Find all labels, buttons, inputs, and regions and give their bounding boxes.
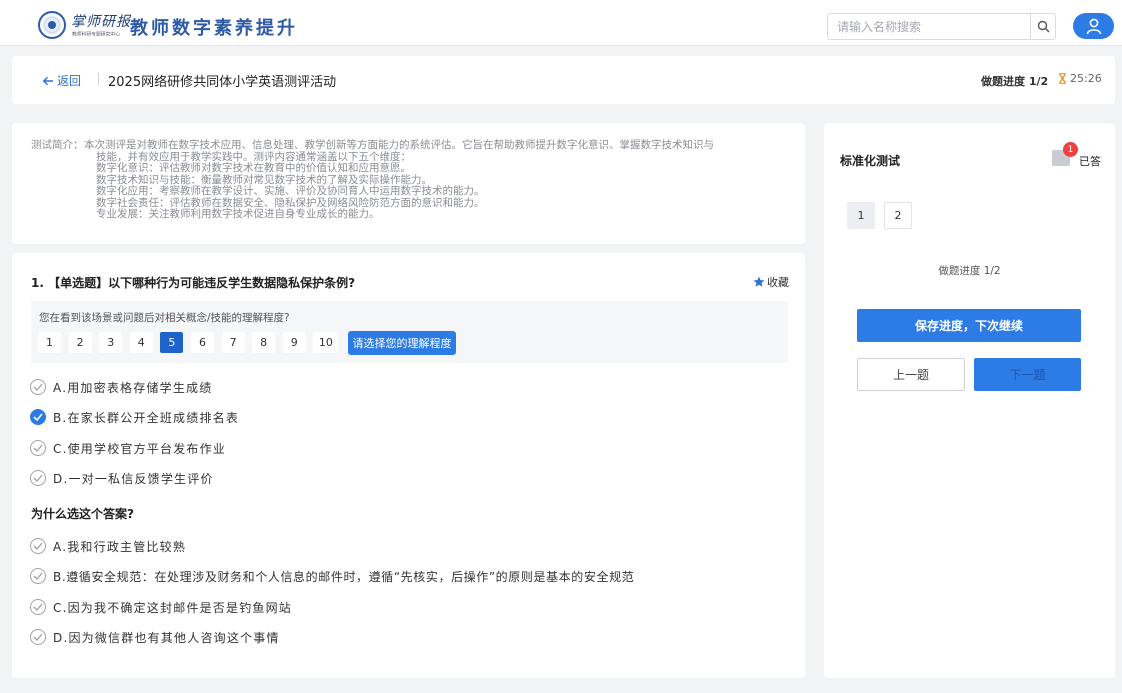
scale-option[interactable]: 10 bbox=[313, 332, 339, 353]
header-divider bbox=[98, 73, 99, 85]
option-label: D.因为微信群也有其他人咨询这个事情 bbox=[53, 630, 280, 645]
reason-option-a[interactable]: A.我和行政主管比较熟 bbox=[30, 537, 186, 555]
answered-label: 已答 bbox=[1079, 155, 1101, 168]
check-circle-icon bbox=[30, 409, 46, 425]
save-progress-button[interactable]: 保存进度，下次继续 bbox=[857, 309, 1081, 342]
answer-option-d[interactable]: D.一对一私信反馈学生评价 bbox=[30, 469, 214, 487]
answer-sheet-panel: 标准化测试 1 已答 1 2 做题进度 1/2 保存进度，下次继续 上一题 下一… bbox=[824, 123, 1115, 678]
scale-option[interactable]: 3 bbox=[99, 332, 123, 353]
logo-subtitle: 教师科研专题研究中心 bbox=[72, 31, 121, 38]
intro-label: 测试简介： bbox=[31, 139, 84, 151]
scale-hint-button[interactable]: 请选择您的理解程度 bbox=[348, 331, 456, 355]
check-circle-icon bbox=[30, 568, 46, 584]
scale-option[interactable]: 6 bbox=[190, 332, 214, 353]
reason-option-d[interactable]: D.因为微信群也有其他人咨询这个事情 bbox=[30, 628, 280, 646]
side-progress-label: 做题进度 1/2 bbox=[938, 265, 1001, 277]
prev-question-button[interactable]: 上一题 bbox=[857, 358, 965, 391]
check-circle-icon bbox=[30, 538, 46, 554]
answer-option-b[interactable]: B.在家长群公开全班成绩排名表 bbox=[30, 408, 239, 426]
why-title: 为什么选这个答案? bbox=[31, 507, 134, 521]
understanding-scale: 您在看到该场景或问题后对相关概念/技能的理解程度? 1 2 3 4 5 6 7 … bbox=[31, 301, 788, 363]
back-arrow-icon bbox=[42, 76, 53, 85]
question-card: 1. 【单选题】以下哪种行为可能违反学生数据隐私保护条例? 收藏 您在看到该场景… bbox=[12, 253, 805, 678]
option-label: C.因为我不确定这封邮件是否是钓鱼网站 bbox=[53, 600, 292, 615]
question-nav-2[interactable]: 2 bbox=[884, 202, 912, 229]
user-icon bbox=[1086, 18, 1101, 35]
option-label: A.用加密表格存储学生成绩 bbox=[53, 380, 213, 395]
intro-text: 本次测评是对教师在数字技术应用、信息处理、教学创新等方面能力的系统评估。它旨在帮… bbox=[84, 139, 714, 221]
question-nav-1[interactable]: 1 bbox=[847, 202, 875, 229]
option-label: A.我和行政主管比较熟 bbox=[53, 539, 187, 554]
activity-header: 返回 2025网络研修共同体小学英语测评活动 做题进度 1/2 25:26 bbox=[12, 56, 1115, 104]
answered-count-badge: 1 bbox=[1063, 142, 1078, 157]
scale-option[interactable]: 7 bbox=[221, 332, 245, 353]
check-circle-icon bbox=[30, 599, 46, 615]
scale-option[interactable]: 9 bbox=[282, 332, 306, 353]
reason-option-b[interactable]: B.遵循安全规范：在处理涉及财务和个人信息的邮件时，遵循“先核实，后操作”的原则… bbox=[30, 567, 634, 585]
top-navbar: 掌师研报 教师科研专题研究中心 教师数字素养提升 bbox=[0, 0, 1122, 46]
logo-seal-icon bbox=[38, 11, 66, 39]
option-label: B.在家长群公开全班成绩排名表 bbox=[53, 410, 240, 425]
search-button[interactable] bbox=[1030, 14, 1055, 39]
intro-line: 数字化意识：评估教师对数字技术在教育中的价值认知和应用意愿。 bbox=[96, 162, 411, 174]
intro-line: 本次测评是对教师在数字技术应用、信息处理、教学创新等方面能力的系统评估。它旨在帮… bbox=[84, 139, 714, 151]
scale-options: 1 2 3 4 5 6 7 8 9 10 bbox=[38, 332, 346, 353]
logo-script: 掌师研报 bbox=[71, 14, 131, 30]
intro-card: 测试简介： 本次测评是对教师在数字技术应用、信息处理、教学创新等方面能力的系统评… bbox=[12, 123, 805, 244]
search-input[interactable] bbox=[828, 14, 1031, 39]
timer-value: 25:26 bbox=[1070, 72, 1102, 85]
user-avatar-button[interactable] bbox=[1073, 13, 1114, 39]
next-question-button[interactable]: 下一题 bbox=[974, 358, 1081, 391]
check-circle-icon bbox=[30, 629, 46, 645]
answer-option-c[interactable]: C.使用学校官方平台发布作业 bbox=[30, 439, 226, 457]
timer: 25:26 bbox=[1058, 72, 1102, 85]
scale-option-selected[interactable]: 5 bbox=[160, 332, 184, 353]
option-label: C.使用学校官方平台发布作业 bbox=[53, 441, 226, 456]
check-circle-icon bbox=[30, 470, 46, 486]
scale-option[interactable]: 8 bbox=[252, 332, 276, 353]
option-label: D.一对一私信反馈学生评价 bbox=[53, 471, 214, 486]
back-label: 返回 bbox=[57, 74, 82, 88]
favorite-button[interactable]: 收藏 bbox=[753, 274, 789, 290]
brand-title: 教师数字素养提升 bbox=[130, 18, 298, 39]
check-circle-icon bbox=[30, 440, 46, 456]
check-circle-icon bbox=[30, 379, 46, 395]
search-icon bbox=[1037, 20, 1049, 33]
back-link[interactable]: 返回 bbox=[42, 72, 81, 89]
side-title: 标准化测试 bbox=[840, 154, 901, 168]
progress-label: 做题进度 1/2 bbox=[981, 75, 1049, 88]
scale-option[interactable]: 2 bbox=[68, 332, 92, 353]
hourglass-icon bbox=[1059, 73, 1066, 84]
scale-prompt: 您在看到该场景或问题后对相关概念/技能的理解程度? bbox=[39, 312, 290, 324]
answer-option-a[interactable]: A.用加密表格存储学生成绩 bbox=[30, 378, 212, 396]
question-title: 1. 【单选题】以下哪种行为可能违反学生数据隐私保护条例? bbox=[31, 276, 356, 290]
activity-title: 2025网络研修共同体小学英语测评活动 bbox=[108, 75, 337, 90]
favorite-label: 收藏 bbox=[767, 276, 789, 289]
scale-option[interactable]: 4 bbox=[129, 332, 153, 353]
option-label: B.遵循安全规范：在处理涉及财务和个人信息的邮件时，遵循“先核实，后操作”的原则… bbox=[53, 569, 635, 584]
search-box bbox=[827, 13, 1056, 40]
intro-line: 专业发展：关注教师利用数字技术促进自身专业成长的能力。 bbox=[96, 208, 380, 220]
reason-option-c[interactable]: C.因为我不确定这封邮件是否是钓鱼网站 bbox=[30, 598, 292, 616]
scale-option[interactable]: 1 bbox=[38, 332, 61, 353]
star-icon bbox=[753, 276, 765, 287]
intro-line: 数字化应用：考察教师在教学设计、实施、评价及协同育人中运用数字技术的能力。 bbox=[96, 185, 485, 197]
